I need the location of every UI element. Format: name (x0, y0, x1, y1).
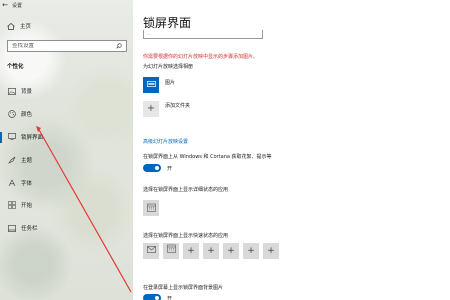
sidebar-item-background[interactable]: 背景 (0, 80, 133, 103)
sidebar-item-lock-screen[interactable]: 锁屏界面 (0, 126, 133, 149)
home-label: 主页 (20, 24, 32, 30)
add-folder[interactable]: + 添加文件夹 (143, 101, 190, 117)
back-button[interactable]: ← (0, 0, 10, 10)
search-icon[interactable] (116, 43, 122, 49)
sidebar-item-taskbar[interactable]: 任务栏 (0, 217, 133, 240)
sidebar-nav: 背景 颜色 锁屏界面 主题 字体 开始 任务栏 (0, 80, 133, 240)
fun-facts-toggle[interactable] (143, 164, 161, 172)
sidebar-item-start[interactable]: 开始 (0, 194, 133, 217)
search-box[interactable] (7, 40, 127, 52)
detailed-status-app-button[interactable] (143, 200, 159, 216)
quick-status-label: 选择在锁屏界面上显示快速状态的应用 (143, 233, 229, 239)
plus-icon: + (146, 103, 156, 114)
warning-text: 你需要根据你的幻灯片放映中显示的步骤添加图片。 (143, 54, 259, 60)
sidebar-item-fonts[interactable]: 字体 (0, 171, 133, 194)
signin-background-label: 在登录屏幕上显示锁屏界面背景图片 (143, 285, 224, 291)
sidebar-item-colors[interactable]: 颜色 (0, 103, 133, 126)
quick-status-add-button[interactable]: + (263, 243, 279, 259)
nav-home[interactable]: 主页 (0, 20, 133, 32)
sidebar-item-label: 颜色 (21, 112, 33, 119)
start-icon (7, 200, 17, 210)
monitor-icon (146, 81, 156, 89)
quick-status-add-button[interactable]: + (183, 243, 199, 259)
quick-status-mail-button[interactable] (143, 243, 159, 259)
settings-sidebar: ← 设置 主页 个性化 背景 颜色 (0, 0, 133, 300)
signin-background-toggle-state: 开 (167, 295, 173, 300)
settings-content: 锁屏界面 ... 你需要根据你的幻灯片放映中显示的步骤添加图片。 为幻灯片放映选… (133, 0, 450, 300)
signin-background-row: 开 (143, 294, 172, 300)
app-title: 设置 (12, 2, 23, 9)
calendar-icon (146, 203, 156, 214)
fun-facts-toggle-state: 开 (167, 165, 173, 172)
advanced-slideshow-link[interactable]: 高级幻灯片放映设置 (143, 138, 188, 145)
search-input[interactable] (12, 43, 107, 49)
signin-background-toggle[interactable] (143, 294, 161, 300)
quick-status-add-button[interactable]: + (203, 243, 219, 259)
album-tile[interactable] (143, 77, 159, 93)
quick-status-add-button[interactable]: + (223, 243, 239, 259)
sidebar-item-label: 锁屏界面 (21, 134, 44, 141)
section-title: 个性化 (7, 64, 24, 70)
taskbar-icon (7, 223, 17, 233)
quick-status-add-button[interactable]: + (243, 243, 259, 259)
album-label: 图片 (165, 79, 176, 86)
slideshow-field[interactable]: ... (143, 30, 263, 39)
title-bar: ← 设置 (0, 0, 133, 10)
fun-facts-label: 在锁屏界面上从 Windows 和 Cortana 获取花絮、提示等 (143, 154, 272, 160)
sidebar-item-label: 背景 (21, 89, 33, 96)
theme-icon (7, 155, 17, 165)
quick-status-apps: + + + + + (143, 243, 279, 259)
lock-screen-icon (7, 132, 17, 142)
add-folder-label: 添加文件夹 (165, 102, 191, 109)
home-icon (7, 22, 15, 30)
sidebar-item-label: 任务栏 (21, 226, 38, 233)
quick-status-calendar-button[interactable] (163, 243, 179, 259)
page-title: 锁屏界面 (143, 16, 192, 30)
sidebar-item-label: 主题 (21, 157, 33, 164)
picture-icon (7, 86, 17, 96)
sidebar-item-themes[interactable]: 主题 (0, 148, 133, 171)
mail-icon (146, 243, 156, 259)
sidebar-item-label: 开始 (21, 203, 33, 210)
fun-facts-row: 开 (143, 164, 172, 172)
palette-icon (7, 109, 17, 119)
album-pictures[interactable]: 图片 (143, 77, 175, 93)
album-section-label: 为幻灯片放映选择相册 (143, 64, 194, 70)
add-folder-button[interactable]: + (143, 101, 159, 117)
detailed-status-label: 选择在锁屏界面上显示详细状态的应用 (143, 187, 229, 193)
font-icon (7, 178, 17, 188)
sidebar-item-label: 字体 (21, 180, 33, 187)
calendar-icon (166, 243, 176, 259)
